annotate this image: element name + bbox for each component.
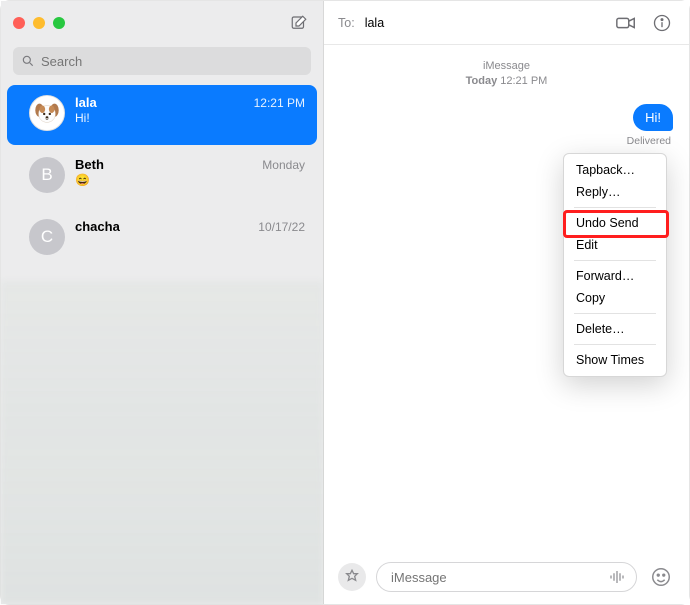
compose-icon <box>290 14 308 32</box>
dictation-icon[interactable] <box>608 568 626 586</box>
details-button[interactable] <box>649 10 675 36</box>
conversation-item[interactable]: C chacha 10/17/22 <box>7 209 317 269</box>
search-field[interactable] <box>13 47 311 75</box>
context-menu-separator <box>574 207 656 208</box>
message-row: Hi! <box>340 104 673 131</box>
avatar <box>29 95 65 131</box>
context-menu-item[interactable]: Forward… <box>566 265 664 287</box>
context-menu-item[interactable]: Undo Send <box>566 212 664 234</box>
emoji-button[interactable] <box>647 563 675 591</box>
compose-bar <box>324 552 689 604</box>
search-input[interactable] <box>41 54 303 69</box>
context-menu-item[interactable]: Reply… <box>566 181 664 203</box>
conversation-header: To: lala <box>324 1 689 45</box>
conversation-main: lala 12:21 PM Hi! <box>75 95 305 125</box>
message-input[interactable] <box>391 570 600 585</box>
search-icon <box>21 54 35 68</box>
info-icon <box>652 13 672 33</box>
context-menu-separator <box>574 260 656 261</box>
avatar: C <box>29 219 65 255</box>
conversation-name: Beth <box>75 157 104 172</box>
conversation-list: lala 12:21 PM Hi! B Beth Monday 😄 <box>1 83 323 604</box>
to-name: lala <box>365 16 384 30</box>
day-label: Today <box>466 75 498 87</box>
conversation-preview: 😄 <box>75 173 305 187</box>
conversation-item[interactable]: lala 12:21 PM Hi! <box>7 85 317 145</box>
delivered-status: Delivered <box>340 135 673 147</box>
conversation-main: Beth Monday 😄 <box>75 157 305 187</box>
message-context-menu: Tapback…Reply… Undo SendEdit Forward…Copy D… <box>563 153 667 377</box>
conversation-name: chacha <box>75 219 120 234</box>
titlebar <box>1 1 323 45</box>
context-menu-item[interactable]: Edit <box>566 234 664 256</box>
apps-button[interactable] <box>338 563 366 591</box>
service-label: iMessage <box>340 59 673 74</box>
zoom-window-button[interactable] <box>53 17 65 29</box>
context-menu-item[interactable]: Tapback… <box>566 159 664 181</box>
conversation-time: 12:21 PM <box>254 96 305 110</box>
avatar: B <box>29 157 65 193</box>
time-label: 12:21 PM <box>500 75 547 87</box>
facetime-button[interactable] <box>613 10 639 36</box>
dog-avatar-icon <box>32 98 62 128</box>
conversation-item[interactable]: B Beth Monday 😄 <box>7 147 317 207</box>
compose-button[interactable] <box>287 11 311 35</box>
timeline-meta: iMessage Today 12:21 PM <box>340 59 673 90</box>
context-menu-separator <box>574 344 656 345</box>
message-timeline: iMessage Today 12:21 PM Hi! Delivered Ta… <box>324 45 689 552</box>
context-menu-item[interactable]: Show Times <box>566 349 664 371</box>
window-controls <box>13 17 65 29</box>
conversation-preview: Hi! <box>75 111 305 125</box>
conversation-name: lala <box>75 95 97 110</box>
emoji-icon <box>650 566 672 588</box>
minimize-window-button[interactable] <box>33 17 45 29</box>
context-menu-item[interactable]: Copy <box>566 287 664 309</box>
search-wrap <box>1 45 323 83</box>
conversation-main: chacha 10/17/22 <box>75 219 305 235</box>
sidebar: lala 12:21 PM Hi! B Beth Monday 😄 <box>1 1 324 604</box>
close-window-button[interactable] <box>13 17 25 29</box>
conversation-pane: To: lala iMessage Today 12:21 PM Hi! Del… <box>324 1 689 604</box>
message-input-wrap[interactable] <box>376 562 637 592</box>
to-label: To: <box>338 16 355 30</box>
conversation-time: 10/17/22 <box>258 220 305 234</box>
conversation-time: Monday <box>262 158 305 172</box>
context-menu-separator <box>574 313 656 314</box>
apps-icon <box>344 569 360 585</box>
context-menu-item[interactable]: Delete… <box>566 318 664 340</box>
sent-message-bubble[interactable]: Hi! <box>633 104 673 131</box>
video-icon <box>615 12 637 34</box>
